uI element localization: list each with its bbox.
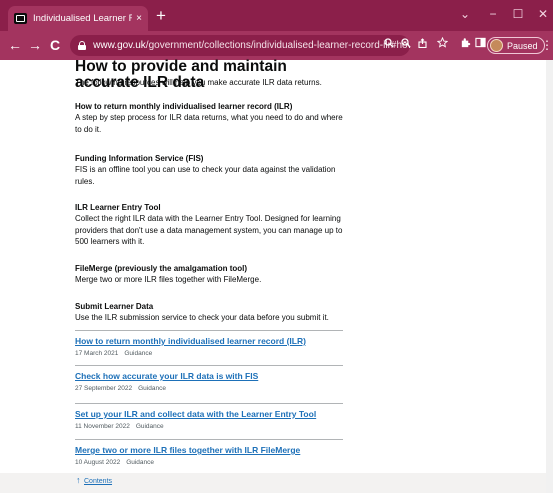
document-date: 10 August 2022 bbox=[75, 459, 121, 466]
document-meta: 27 September 2022 Guidance bbox=[75, 384, 343, 393]
maximize-button[interactable]: ☐ bbox=[507, 4, 529, 24]
document-item: Merge two or more ILR files together wit… bbox=[75, 439, 343, 467]
new-tab-button[interactable]: + bbox=[150, 5, 172, 27]
intro-text: The following resources will help you ma… bbox=[75, 78, 322, 87]
url-text: www.gov.uk/government/collections/indivi… bbox=[93, 40, 410, 51]
browser-tab[interactable]: Individualised Learner Record (ILR × bbox=[8, 6, 148, 31]
tab-search-icon[interactable]: ⌄ bbox=[454, 4, 476, 24]
document-item: Check how accurate your ILR data is with… bbox=[75, 365, 343, 393]
section-submit-learner-data: Submit Learner Data Use the ILR submissi… bbox=[75, 301, 350, 324]
minimize-button[interactable]: − bbox=[482, 4, 504, 24]
document-meta: 17 March 2021 Guidance bbox=[75, 349, 343, 358]
section-text: Collect the right ILR data with the Lear… bbox=[75, 214, 343, 246]
document-type: Guidance bbox=[126, 459, 155, 466]
tab-close-icon[interactable]: × bbox=[136, 13, 142, 24]
section-text: Merge two or more ILR files together wit… bbox=[75, 275, 262, 284]
document-link[interactable]: Check how accurate your ILR data is with… bbox=[75, 371, 343, 382]
section-text: FIS is an offline tool you can use to ch… bbox=[75, 165, 336, 186]
close-window-button[interactable]: ✕ bbox=[532, 4, 553, 24]
search-icon[interactable] bbox=[380, 35, 398, 55]
document-type: Guidance bbox=[135, 423, 164, 430]
url-path: /government/collections/individualised-l… bbox=[145, 40, 410, 51]
lock-icon bbox=[78, 41, 87, 50]
main-content: How to provide and maintain accurate ILR… bbox=[75, 59, 350, 466]
section-heading: FileMerge (previously the amalgamation t… bbox=[75, 264, 248, 273]
document-type: Guidance bbox=[138, 385, 166, 392]
section-ilr-returns: How to return monthly individualised lea… bbox=[75, 101, 350, 135]
page-viewport: How to provide and maintain accurate ILR… bbox=[0, 59, 553, 493]
document-date: 27 September 2022 bbox=[75, 385, 133, 392]
document-meta: 11 November 2022 Guidance bbox=[75, 422, 343, 431]
document-date: 11 November 2022 bbox=[75, 423, 130, 430]
tab-title: Individualised Learner Record (ILR bbox=[33, 13, 133, 24]
more-menu-icon[interactable]: ⋮ bbox=[541, 36, 553, 54]
arrow-up-icon: ↑ bbox=[76, 475, 81, 485]
profile-button[interactable]: Paused bbox=[487, 37, 545, 54]
address-bar[interactable]: www.gov.uk/government/collections/indivi… bbox=[70, 35, 410, 56]
section-text: Use the ILR submission service to check … bbox=[75, 313, 329, 322]
section-heading: How to return monthly individualised lea… bbox=[75, 102, 293, 111]
forward-button[interactable]: → bbox=[25, 35, 45, 55]
document-item: Set up your ILR and collect data with th… bbox=[75, 403, 343, 431]
url-host: www.gov.uk bbox=[93, 40, 146, 51]
document-link[interactable]: Set up your ILR and collect data with th… bbox=[75, 409, 343, 420]
document-type: Guidance bbox=[124, 350, 153, 357]
share-icon[interactable] bbox=[414, 35, 432, 55]
contents-link[interactable]: Contents bbox=[84, 478, 112, 485]
section-heading: Submit Learner Data bbox=[75, 302, 154, 311]
section-heading: Funding Information Service (FIS) bbox=[75, 154, 204, 163]
profile-status: Paused bbox=[507, 40, 538, 51]
document-date: 17 March 2021 bbox=[75, 350, 119, 357]
crown-icon bbox=[14, 13, 27, 24]
contents-back-to-top-bar: ↑ Contents bbox=[0, 473, 553, 493]
back-button[interactable]: ← bbox=[5, 35, 25, 55]
zoom-icon[interactable] bbox=[397, 35, 415, 55]
bookmark-star-icon[interactable] bbox=[433, 35, 451, 55]
document-link[interactable]: Merge two or more ILR files together wit… bbox=[75, 445, 343, 456]
section-filemerge: FileMerge (previously the amalgamation t… bbox=[75, 263, 350, 286]
section-learner-entry-tool: ILR Learner Entry Tool Collect the right… bbox=[75, 202, 350, 248]
document-item: How to return monthly individualised lea… bbox=[75, 330, 343, 358]
browser-toolbar: ← → C www.gov.uk/government/collections/… bbox=[0, 31, 553, 60]
section-heading: ILR Learner Entry Tool bbox=[75, 203, 161, 212]
section-text: A step by step process for ILR data retu… bbox=[75, 113, 343, 134]
avatar bbox=[490, 39, 503, 52]
document-meta: 10 August 2022 Guidance bbox=[75, 458, 343, 467]
section-fis: Funding Information Service (FIS) FIS is… bbox=[75, 153, 350, 187]
tab-bar: Individualised Learner Record (ILR × + ⌄… bbox=[0, 0, 553, 31]
reload-button[interactable]: C bbox=[45, 35, 65, 55]
document-link[interactable]: How to return monthly individualised lea… bbox=[75, 336, 343, 347]
scrollbar[interactable] bbox=[546, 60, 553, 493]
